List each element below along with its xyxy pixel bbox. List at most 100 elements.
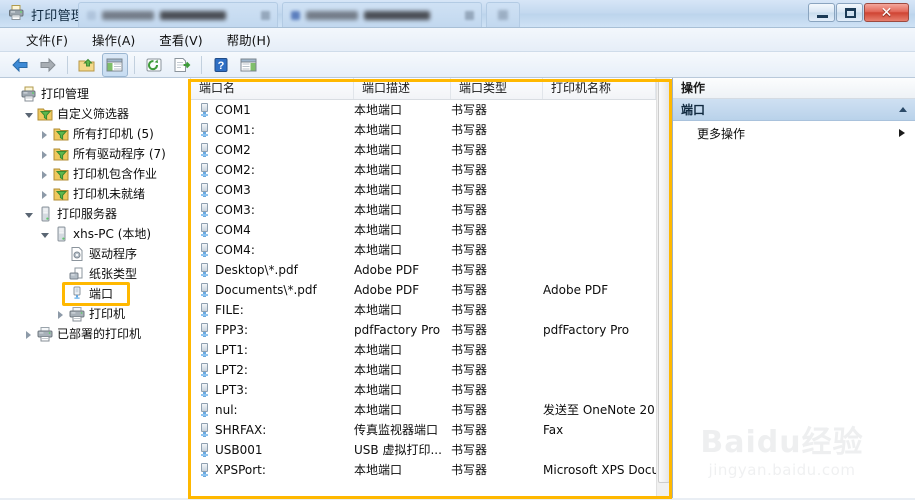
tree-node-7[interactable]: xhs-PC (本地) [0,224,190,244]
toolbar-separator [201,55,202,74]
tree-node-label: xhs-PC (本地) [73,227,152,241]
toolbar-help-button[interactable]: ? [208,53,234,77]
cell-port-name: FPP3: [199,320,248,340]
tree-node-0[interactable]: 打印管理 [0,84,190,104]
cell-port-description: 本地端口 [354,303,403,317]
table-row[interactable]: COM2: 本地端口 书写器 [191,160,656,180]
toolbar-export-button[interactable] [169,53,195,77]
table-row[interactable]: Documents\*.pdf Adobe PDF 书写器 Adobe PDF [191,280,656,300]
chevron-right-icon[interactable] [40,129,51,140]
port-icon [199,263,210,277]
table-row[interactable]: COM2 本地端口 书写器 [191,140,656,160]
table-row[interactable]: FPP3: pdfFactory Pro 书写器 pdfFactory Pro [191,320,656,340]
port-icon [199,123,210,137]
tree-node-label: 所有打印机 (5) [73,127,154,141]
table-row[interactable]: COM3 本地端口 书写器 [191,180,656,200]
toolbar-forward-button[interactable] [35,53,61,77]
cell-printer-name: Adobe PDF [543,283,609,297]
redacted-tab-text [364,10,430,20]
cell-port-name-text: COM2: [215,163,255,177]
tree-node-2[interactable]: 所有打印机 (5) [0,124,190,144]
cell-port-name-text: LPT1: [215,343,248,357]
cell-port-type: 书写器 [451,283,488,297]
cell-port-name: SHRFAX: [199,420,266,440]
minimize-button[interactable] [808,3,835,22]
chevron-right-icon[interactable] [40,189,51,200]
table-row[interactable]: LPT3: 本地端口 书写器 [191,380,656,400]
chevron-down-icon[interactable] [24,209,35,220]
ports-list[interactable]: 端口名 端口描述 端口类型 打印机名称 COM1 本地端口 书写器 COM1: 本地端口 书写器… [191,78,670,500]
redacted-tab-3[interactable] [486,2,520,27]
tree-node-6[interactable]: 打印服务器 [0,204,190,224]
table-row[interactable]: XPSPort: 本地端口 书写器 Microsoft XPS Docur [191,460,664,480]
table-row[interactable]: nul: 本地端口 书写器 发送至 OneNote 2010 [191,400,670,420]
table-row[interactable]: LPT2: 本地端口 书写器 [191,360,656,380]
toolbar-back-button[interactable] [7,53,33,77]
chevron-right-icon[interactable] [40,169,51,180]
column-header-1[interactable]: 端口描述 [354,78,451,99]
table-row[interactable]: Desktop\*.pdf Adobe PDF 书写器 [191,260,656,280]
cell-port-name: COM4: [199,240,255,260]
toolbar-show-tree-button[interactable] [102,52,128,77]
table-row[interactable]: USB001 USB 虚拟打印... 书写器 [191,440,656,460]
server-icon [53,226,69,242]
table-row[interactable]: COM4: 本地端口 书写器 [191,240,656,260]
toolbar-show-actions-button[interactable] [236,53,262,77]
tree-node-10[interactable]: 端口 [0,284,190,304]
toolbar-up-folder-button[interactable] [74,53,100,77]
redacted-tab-close-icon[interactable] [465,11,474,20]
table-row[interactable]: COM1: 本地端口 书写器 [191,120,656,140]
redacted-tab-close-icon[interactable] [261,11,270,20]
tree-node-9[interactable]: 纸张类型 [0,264,190,284]
column-header-3[interactable]: 打印机名称 [543,78,656,99]
chevron-down-icon[interactable] [24,109,35,120]
chevron-right-icon[interactable] [40,149,51,160]
column-header-0[interactable]: 端口名 [191,78,354,99]
table-row[interactable]: LPT1: 本地端口 书写器 [191,340,656,360]
tree-node-11[interactable]: 打印机 [0,304,190,324]
chevron-down-icon[interactable] [40,229,51,240]
tree-node-label: 纸张类型 [89,267,138,281]
toolbar-refresh-button[interactable] [141,53,167,77]
table-row[interactable]: COM4 本地端口 书写器 [191,220,656,240]
tree-node-8[interactable]: 驱动程序 [0,244,190,264]
menu-help[interactable]: 帮助(H) [215,26,283,53]
action-more[interactable]: 更多操作 [673,121,915,145]
redacted-tab-1[interactable] [78,2,278,27]
chevron-right-icon[interactable] [56,309,67,320]
tree-node-4[interactable]: 打印机包含作业 [0,164,190,184]
tree-node-5[interactable]: 打印机未就绪 [0,184,190,204]
column-header-2[interactable]: 端口类型 [451,78,543,99]
menu-action[interactable]: 操作(A) [80,26,147,53]
actions-group-port[interactable]: 端口 [673,99,915,121]
tree-node-1[interactable]: 自定义筛选器 [0,104,190,124]
chevron-up-icon[interactable] [899,107,907,112]
navigation-tree[interactable]: 打印管理 自定义筛选器 所有打印机 (5) 所有驱动程序 (7) 打印机包含作业… [0,78,191,500]
menu-view[interactable]: 查看(V) [147,26,214,53]
redacted-tab-icon [87,10,96,20]
cell-port-type: 书写器 [451,223,488,237]
maximize-button[interactable] [836,3,863,22]
table-row[interactable]: COM3: 本地端口 书写器 [191,200,656,220]
cell-printer-name: pdfFactory Pro [543,323,630,337]
port-icon [199,323,210,337]
list-vertical-scrollbar[interactable] [656,78,670,500]
cell-port-type: 书写器 [451,383,488,397]
table-row[interactable]: SHRFAX: 传真监视器端口 书写器 Fax [191,420,656,440]
table-row[interactable]: FILE: 本地端口 书写器 [191,300,656,320]
menu-file[interactable]: 文件(F) [14,26,80,53]
cell-port-name-text: Documents\*.pdf [215,283,317,297]
cell-port-name: COM4 [199,220,251,240]
chevron-right-icon[interactable] [24,329,35,340]
redacted-tab-2[interactable] [282,2,482,27]
close-button[interactable]: ✕ [864,3,909,22]
cell-port-name: FILE: [199,300,244,320]
tree-node-label: 自定义筛选器 [57,107,130,121]
filter-folder-icon [53,186,69,202]
window-controls: ✕ [808,3,909,22]
cell-printer-name: 发送至 OneNote 2010 [543,403,670,417]
tree-node-3[interactable]: 所有驱动程序 (7) [0,144,190,164]
scrollbar-thumb[interactable] [658,79,670,483]
tree-node-12[interactable]: 已部署的打印机 [0,324,190,344]
table-row[interactable]: COM1 本地端口 书写器 [191,100,656,120]
